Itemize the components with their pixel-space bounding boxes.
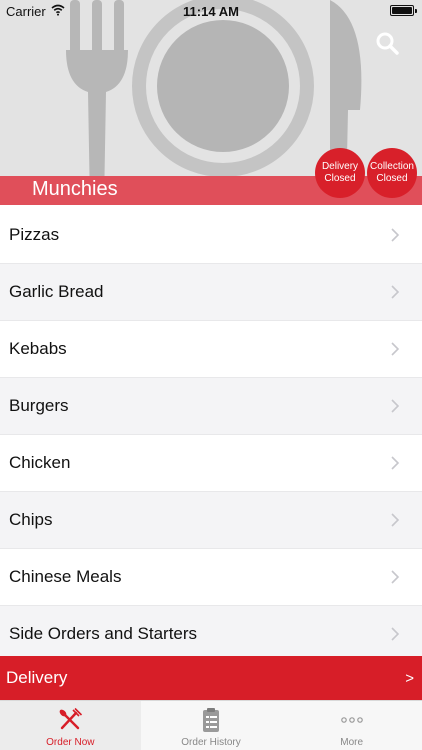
tab-label: Order History [181, 737, 241, 748]
clipboard-icon [197, 706, 225, 734]
search-icon [376, 32, 399, 55]
chevron-right-icon [391, 228, 400, 242]
menu-item-garlic-bread[interactable]: Garlic Bread [0, 264, 422, 321]
menu-item-chicken[interactable]: Chicken [0, 435, 422, 492]
menu-item-kebabs[interactable]: Kebabs [0, 321, 422, 378]
chevron-right-icon [391, 456, 400, 470]
more-dots-icon [338, 706, 366, 734]
menu-item-label: Chicken [9, 453, 71, 472]
tab-more[interactable]: More [281, 701, 422, 750]
chevron-right-icon [391, 627, 400, 641]
chevron-right-icon [391, 513, 400, 527]
chevron-right-icon [391, 285, 400, 299]
tab-label: Order Now [46, 737, 95, 748]
menu-item-label: Chips [9, 510, 53, 529]
menu-item-label: Pizzas [9, 225, 60, 244]
menu-item-label: Garlic Bread [9, 282, 104, 301]
tab-bar: Order Now Order History More [0, 700, 422, 750]
chevron-right-icon [391, 342, 400, 356]
search-button[interactable] [374, 30, 400, 56]
collection-badge-line1: Collection [370, 161, 414, 172]
delivery-mode-arrow: > [405, 669, 414, 687]
battery-icon [390, 5, 417, 16]
collection-badge-line2: Closed [376, 173, 408, 184]
menu-item-label: Side Orders and Starters [9, 624, 198, 643]
header-hero: Munchies Delivery Closed Collection Clos… [0, 0, 422, 205]
clock: 11:14 AM [183, 4, 239, 19]
menu-item-label: Chinese Meals [9, 567, 122, 586]
delivery-badge-line1: Delivery [321, 161, 359, 172]
fork-knife-icon [56, 706, 84, 734]
status-bar: Carrier 11:14 AM [0, 0, 422, 22]
delivery-mode-button[interactable]: Delivery > [0, 656, 422, 700]
tab-label: More [340, 737, 364, 748]
menu-category-list: Pizzas Garlic Bread Kebabs Burgers Chick… [0, 207, 422, 663]
chevron-right-icon [391, 570, 400, 584]
menu-item-label: Kebabs [9, 339, 67, 358]
menu-item-burgers[interactable]: Burgers [0, 378, 422, 435]
delivery-status-badge: Delivery Closed [315, 148, 365, 198]
tab-order-now[interactable]: Order Now [0, 701, 141, 750]
menu-item-label: Burgers [9, 396, 69, 415]
tab-order-history[interactable]: Order History [141, 701, 282, 750]
delivery-mode-label: Delivery [6, 668, 68, 687]
menu-item-pizzas[interactable]: Pizzas [0, 207, 422, 264]
menu-item-chinese-meals[interactable]: Chinese Meals [0, 549, 422, 606]
restaurant-name: Munchies [32, 178, 118, 200]
collection-status-badge: Collection Closed [367, 148, 417, 198]
menu-item-chips[interactable]: Chips [0, 492, 422, 549]
menu-item-side-orders-and-starters[interactable]: Side Orders and Starters [0, 606, 422, 663]
chevron-right-icon [391, 399, 400, 413]
delivery-badge-line2: Closed [324, 173, 356, 184]
